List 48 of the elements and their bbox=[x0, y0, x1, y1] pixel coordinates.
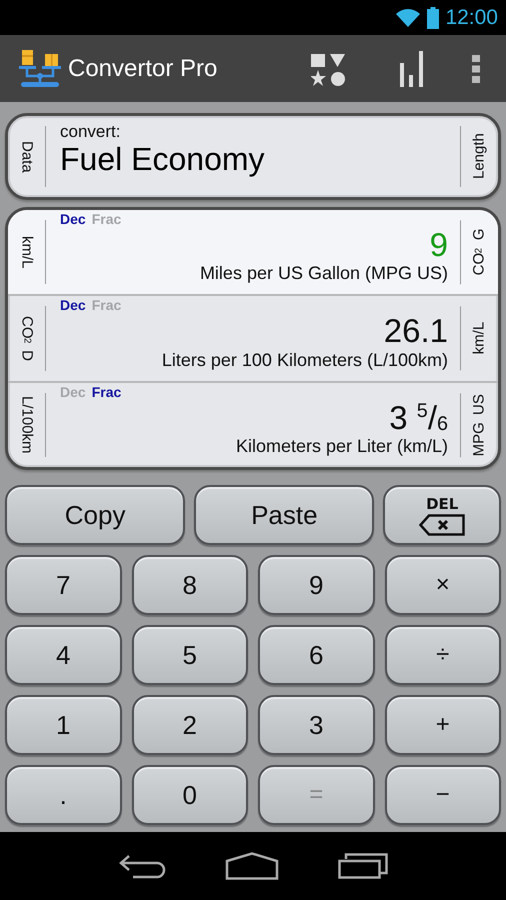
digit-key[interactable]: 7 bbox=[5, 555, 122, 615]
scale-icon bbox=[18, 48, 62, 88]
side-tab[interactable]: MPG US bbox=[460, 382, 498, 467]
home-icon[interactable] bbox=[225, 852, 279, 880]
unit-name: Miles per US Gallon (MPG US) bbox=[200, 263, 448, 284]
back-icon[interactable] bbox=[118, 853, 166, 879]
unit-row[interactable]: L/100km Dec Frac 3 $^{5}$/$_{6}$ Kilometers per Liter (km/L) MPG US bbox=[8, 382, 498, 467]
action-key[interactable]: Copy bbox=[5, 485, 186, 545]
value-text: 26.1 bbox=[384, 313, 448, 350]
mode-toggle[interactable]: Dec bbox=[60, 297, 86, 314]
digit-key[interactable]: . bbox=[5, 765, 122, 825]
digit-key[interactable]: 6 bbox=[258, 625, 374, 685]
category-name[interactable]: Fuel Economy bbox=[60, 142, 265, 178]
side-tab[interactable]: km/L bbox=[460, 296, 498, 381]
digit-key[interactable]: 1 bbox=[5, 695, 122, 755]
value-text: 9 bbox=[430, 227, 448, 264]
digit-key[interactable]: 4 bbox=[5, 625, 122, 685]
unit-name: Liters per 100 Kilometers (L/100km) bbox=[162, 350, 448, 371]
side-tab[interactable]: Length bbox=[460, 116, 498, 197]
mode-toggle[interactable]: Dec bbox=[60, 211, 86, 227]
value-text: 3 $^{5}$/$_{6}$ bbox=[389, 400, 448, 436]
digit-key[interactable]: 3 bbox=[258, 695, 374, 755]
operator-key[interactable]: − bbox=[384, 765, 501, 825]
digit-key[interactable]: 5 bbox=[132, 625, 248, 685]
backspace-icon bbox=[419, 514, 466, 536]
digit-key[interactable]: 9 bbox=[258, 555, 374, 615]
battery-icon bbox=[427, 6, 440, 28]
clock-text: 12:00 bbox=[445, 6, 498, 30]
unit-name: Kilometers per Liter (km/L) bbox=[236, 436, 448, 457]
digit-key[interactable]: 2 bbox=[132, 695, 248, 755]
side-tab[interactable]: Data bbox=[8, 116, 46, 197]
operator-key[interactable]: ÷ bbox=[384, 625, 501, 685]
digit-key[interactable]: 8 bbox=[132, 555, 248, 615]
operator-key[interactable]: + bbox=[384, 695, 501, 755]
mode-toggle[interactable]: Frac bbox=[92, 384, 122, 400]
shapes-icon bbox=[311, 52, 345, 86]
action-key[interactable]: Paste bbox=[194, 485, 374, 545]
app-title: Convertor Pro bbox=[68, 54, 218, 82]
wifi-icon bbox=[395, 8, 422, 28]
menu-icon bbox=[472, 54, 480, 82]
bar-chart-icon bbox=[400, 50, 424, 86]
operator-key[interactable]: × bbox=[384, 555, 501, 615]
side-tab[interactable]: L/100km bbox=[8, 382, 46, 467]
digit-key[interactable]: 0 bbox=[132, 765, 248, 825]
delete-key[interactable]: DEL bbox=[383, 485, 501, 545]
side-tab[interactable]: km/L bbox=[8, 210, 46, 294]
recents-icon[interactable] bbox=[338, 853, 388, 879]
caption-text: convert: bbox=[60, 122, 120, 142]
